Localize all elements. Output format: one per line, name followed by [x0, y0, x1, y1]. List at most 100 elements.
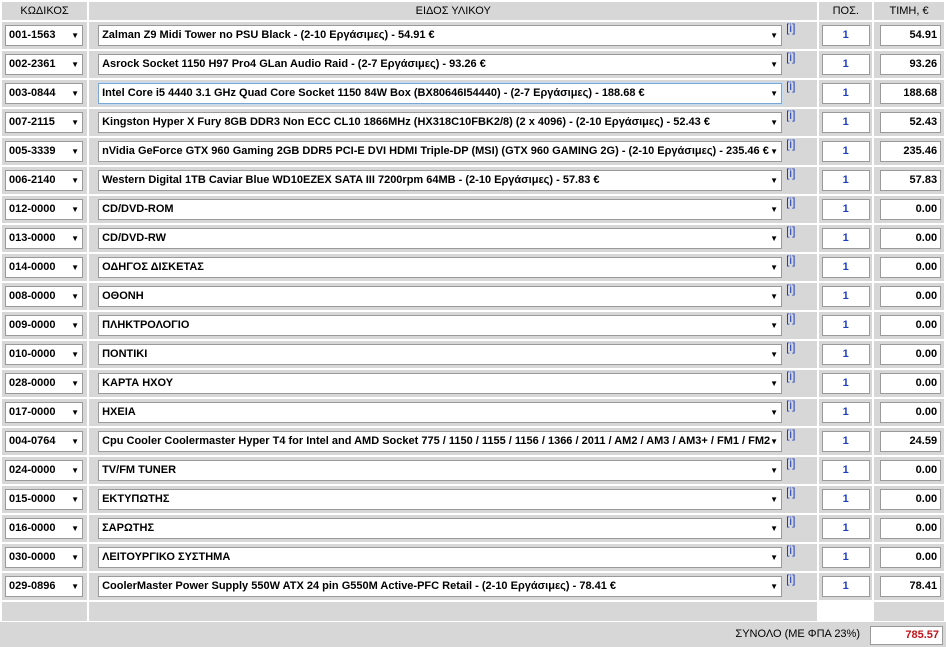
quantity-input[interactable]: 1 — [821, 576, 870, 597]
info-link-icon[interactable]: [i] — [786, 340, 795, 354]
code-select[interactable]: 007-2115 ▼ — [5, 112, 83, 133]
info-link-icon[interactable]: [i] — [786, 21, 795, 35]
item-select[interactable]: Asrock Socket 1150 H97 Pro4 GLan Audio R… — [98, 54, 783, 75]
code-select[interactable]: 012-0000 ▼ — [5, 199, 83, 220]
info-link-icon[interactable]: [i] — [786, 282, 795, 296]
item-select[interactable]: nVidia GeForce GTX 960 Gaming 2GB DDR5 P… — [98, 141, 783, 162]
info-link-icon[interactable]: [i] — [786, 369, 795, 383]
dropdown-arrow-icon: ▼ — [770, 205, 779, 214]
dropdown-arrow-icon: ▼ — [770, 582, 779, 591]
code-select[interactable]: 005-3339 ▼ — [5, 141, 83, 162]
quantity-input[interactable]: 1 — [821, 460, 870, 481]
item-select[interactable]: ΠΛΗΚΤΡΟΛΟΓΙΟ ▼ — [98, 315, 783, 336]
quantity-input[interactable]: 1 — [821, 547, 870, 568]
code-select[interactable]: 016-0000 ▼ — [5, 518, 83, 539]
quantity-input[interactable]: 1 — [821, 170, 870, 191]
item-select[interactable]: Intel Core i5 4440 3.1 GHz Quad Core Soc… — [98, 83, 783, 104]
quantity-input[interactable]: 1 — [821, 54, 870, 75]
item-select[interactable]: ΠΟΝΤΙΚΙ ▼ — [98, 344, 783, 365]
item-value: ΟΔΗΓΟΣ ΔΙΣΚΕΤΑΣ — [102, 261, 204, 273]
dropdown-arrow-icon: ▼ — [71, 118, 79, 127]
item-value: Intel Core i5 4440 3.1 GHz Quad Core Soc… — [102, 87, 645, 99]
quantity-input[interactable]: 1 — [821, 518, 870, 539]
item-select[interactable]: TV/FM TUNER ▼ — [98, 460, 783, 481]
info-link-icon[interactable]: [i] — [786, 398, 795, 412]
price-field: 0.00 — [880, 228, 942, 249]
item-select[interactable]: Western Digital 1TB Caviar Blue WD10EZEX… — [98, 170, 783, 191]
info-link-icon[interactable]: [i] — [786, 427, 795, 441]
quantity-input[interactable]: 1 — [821, 402, 870, 423]
code-select[interactable]: 006-2140 ▼ — [5, 170, 83, 191]
item-select[interactable]: ΣΑΡΩΤΗΣ ▼ — [98, 518, 783, 539]
code-select[interactable]: 004-0764 ▼ — [5, 431, 83, 452]
quantity-input[interactable]: 1 — [821, 431, 870, 452]
info-link-icon[interactable]: [i] — [786, 108, 795, 122]
code-select[interactable]: 024-0000 ▼ — [5, 460, 83, 481]
price-field: 0.00 — [880, 373, 942, 394]
dropdown-arrow-icon: ▼ — [71, 408, 79, 417]
dropdown-arrow-icon: ▼ — [770, 176, 779, 185]
dropdown-arrow-icon: ▼ — [770, 350, 779, 359]
item-select[interactable]: CD/DVD-ROM ▼ — [98, 199, 783, 220]
item-select[interactable]: ΟΔΗΓΟΣ ΔΙΣΚΕΤΑΣ ▼ — [98, 257, 783, 278]
quantity-input[interactable]: 1 — [821, 112, 870, 133]
item-select[interactable]: CoolerMaster Power Supply 550W ATX 24 pi… — [98, 576, 783, 597]
item-select[interactable]: ΛΕΙΤΟΥΡΓΙΚΟ ΣΥΣΤΗΜΑ ▼ — [98, 547, 783, 568]
info-link-icon[interactable]: [i] — [786, 311, 795, 325]
item-select[interactable]: ΟΘΟΝΗ ▼ — [98, 286, 783, 307]
info-link-icon[interactable]: [i] — [786, 50, 795, 64]
code-select[interactable]: 029-0896 ▼ — [5, 576, 83, 597]
dropdown-arrow-icon: ▼ — [71, 582, 79, 591]
item-select[interactable]: Cpu Cooler Coolermaster Hyper T4 for Int… — [98, 431, 783, 452]
code-select[interactable]: 013-0000 ▼ — [5, 228, 83, 249]
info-link-icon[interactable]: [i] — [786, 253, 795, 267]
code-select[interactable]: 009-0000 ▼ — [5, 315, 83, 336]
quantity-input[interactable]: 1 — [821, 83, 870, 104]
quantity-input[interactable]: 1 — [821, 199, 870, 220]
quantity-input[interactable]: 1 — [821, 141, 870, 162]
code-select[interactable]: 001-1563 ▼ — [5, 25, 83, 46]
code-select[interactable]: 028-0000 ▼ — [5, 373, 83, 394]
item-select[interactable]: CD/DVD-RW ▼ — [98, 228, 783, 249]
table-row: 009-0000 ▼ ΠΛΗΚΤΡΟΛΟΓΙΟ ▼ [i] 1 0.00 — [2, 311, 944, 339]
item-select[interactable]: ΕΚΤΥΠΩΤΗΣ ▼ — [98, 489, 783, 510]
code-select[interactable]: 030-0000 ▼ — [5, 547, 83, 568]
info-link-icon[interactable]: [i] — [786, 514, 795, 528]
info-link-icon[interactable]: [i] — [786, 543, 795, 557]
quantity-input[interactable]: 1 — [821, 228, 870, 249]
code-select[interactable]: 015-0000 ▼ — [5, 489, 83, 510]
code-select[interactable]: 003-0844 ▼ — [5, 83, 83, 104]
dropdown-arrow-icon: ▼ — [770, 495, 779, 504]
table-row: 013-0000 ▼ CD/DVD-RW ▼ [i] 1 0.00 — [2, 224, 944, 252]
code-select[interactable]: 008-0000 ▼ — [5, 286, 83, 307]
price-field: 188.68 — [880, 83, 942, 104]
price-field: 0.00 — [880, 460, 942, 481]
quantity-input[interactable]: 1 — [821, 373, 870, 394]
code-select[interactable]: 017-0000 ▼ — [5, 402, 83, 423]
quantity-input[interactable]: 1 — [821, 25, 870, 46]
info-link-icon[interactable]: [i] — [786, 79, 795, 93]
item-value: Western Digital 1TB Caviar Blue WD10EZEX… — [102, 174, 600, 186]
item-select[interactable]: Kingston Hyper X Fury 8GB DDR3 Non ECC C… — [98, 112, 783, 133]
item-select[interactable]: Zalman Z9 Midi Tower no PSU Black - (2-1… — [98, 25, 783, 46]
info-link-icon[interactable]: [i] — [786, 137, 795, 151]
code-select[interactable]: 014-0000 ▼ — [5, 257, 83, 278]
code-select[interactable]: 002-2361 ▼ — [5, 54, 83, 75]
info-link-icon[interactable]: [i] — [786, 166, 795, 180]
item-select[interactable]: ΗΧΕΙΑ ▼ — [98, 402, 783, 423]
quantity-input[interactable]: 1 — [821, 286, 870, 307]
quantity-input[interactable]: 1 — [821, 344, 870, 365]
info-link-icon[interactable]: [i] — [786, 572, 795, 586]
quantity-input[interactable]: 1 — [821, 315, 870, 336]
dropdown-arrow-icon: ▼ — [770, 263, 779, 272]
dropdown-arrow-icon: ▼ — [770, 234, 779, 243]
info-link-icon[interactable]: [i] — [786, 224, 795, 238]
info-link-icon[interactable]: [i] — [786, 485, 795, 499]
item-select[interactable]: ΚΑΡΤΑ ΗΧΟΥ ▼ — [98, 373, 783, 394]
quantity-input[interactable]: 1 — [821, 489, 870, 510]
quantity-input[interactable]: 1 — [821, 257, 870, 278]
code-select[interactable]: 010-0000 ▼ — [5, 344, 83, 365]
info-link-icon[interactable]: [i] — [786, 456, 795, 470]
table-header: ΚΩΔΙΚΟΣ ΕΙΔΟΣ ΥΛΙΚΟΥ ΠΟΣ. ΤΙΜΗ, € — [2, 2, 944, 20]
info-link-icon[interactable]: [i] — [786, 195, 795, 209]
